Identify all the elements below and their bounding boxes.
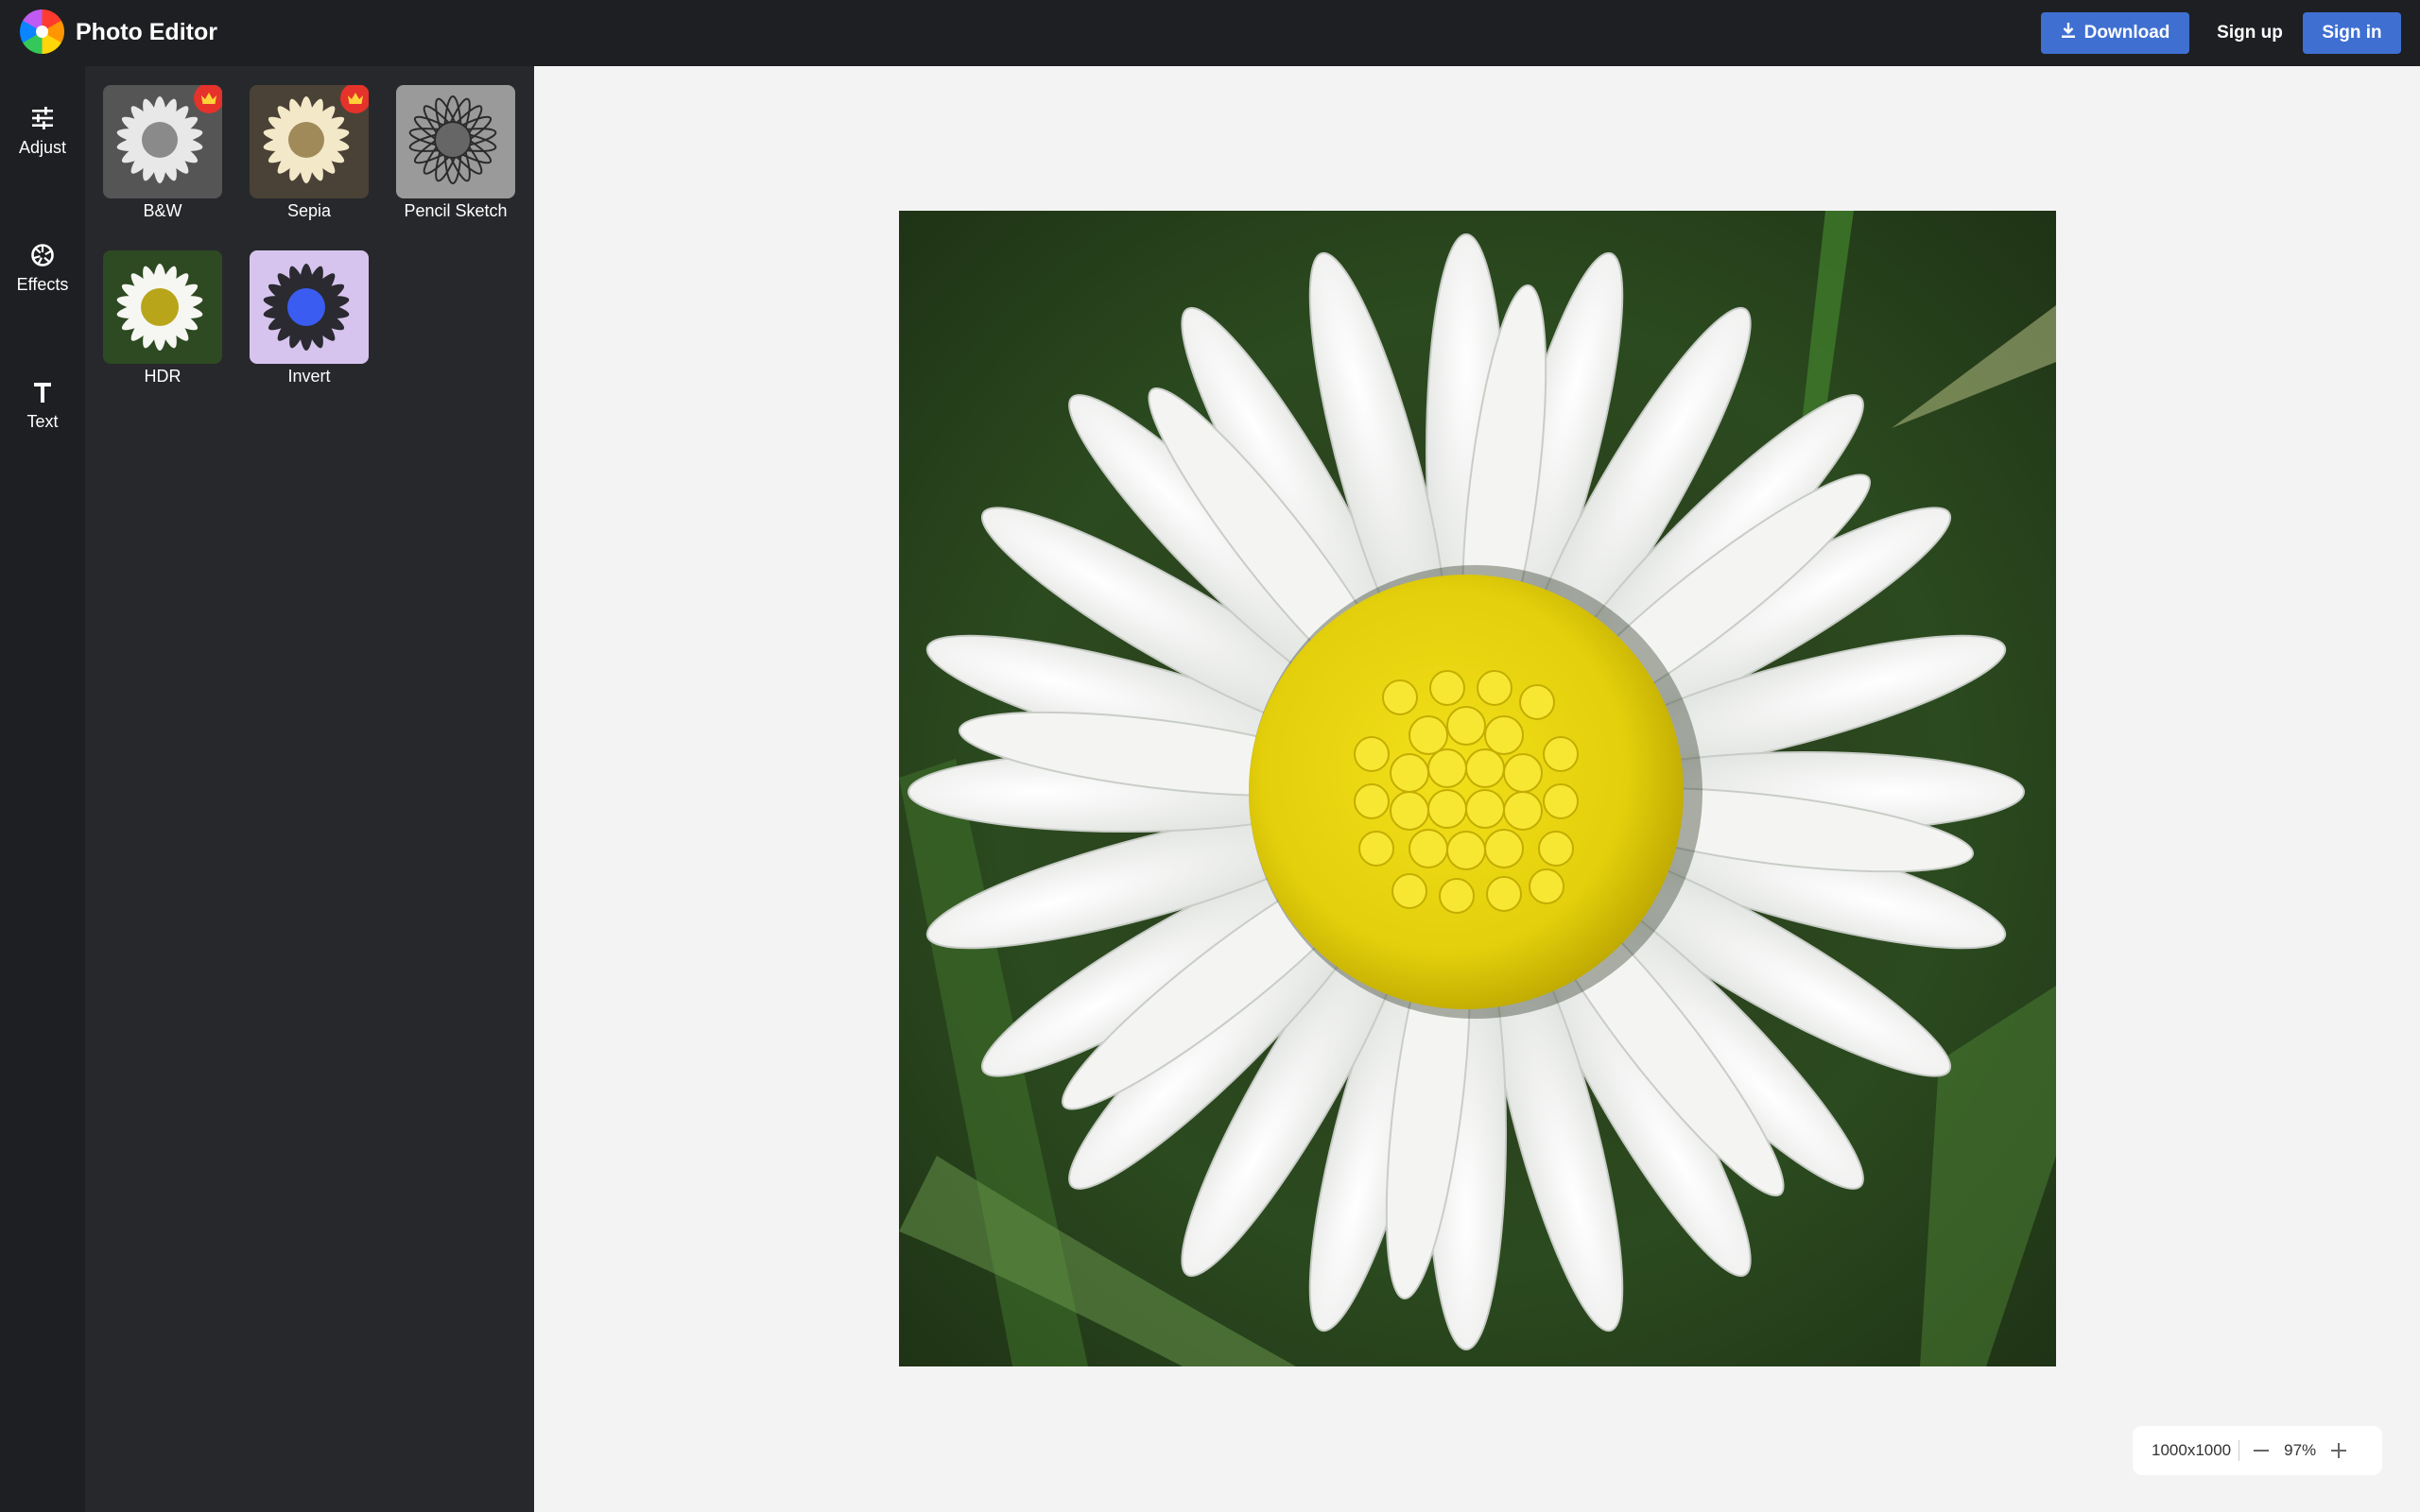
- zoom-in-button[interactable]: [2325, 1436, 2353, 1465]
- effect-sepia-thumbnail: [250, 85, 369, 198]
- color-wheel-logo[interactable]: [20, 9, 64, 54]
- image-size-text: 1000x1000: [2152, 1441, 2232, 1459]
- effect-label: Sepia: [286, 201, 332, 220]
- zoom-level-text: 97%: [2284, 1441, 2317, 1459]
- plus-icon: [2331, 1443, 2347, 1458]
- effect-pencil-sketch[interactable]: Pencil Sketch: [396, 85, 515, 221]
- download-button[interactable]: Download: [2041, 12, 2189, 54]
- effect-label: Pencil Sketch: [404, 201, 508, 220]
- rail-item-text[interactable]: Text: [0, 380, 85, 484]
- app-title: Photo Editor: [76, 19, 217, 45]
- sliders-icon: [30, 106, 55, 130]
- download-label: Download: [2083, 23, 2170, 43]
- effect-bw[interactable]: B&W: [103, 85, 222, 221]
- top-bar: Photo Editor Download Sign up Sign in: [0, 0, 2420, 66]
- zoom-bar: 1000x1000 97%: [2133, 1426, 2382, 1475]
- sign-up-button[interactable]: Sign up: [2203, 12, 2297, 54]
- effect-invert-thumbnail: [250, 250, 369, 364]
- canvas-image[interactable]: [899, 211, 2056, 1366]
- effect-hdr-thumbnail: [103, 250, 222, 364]
- rail-item-adjust[interactable]: Adjust: [0, 106, 85, 210]
- premium-crown-icon: [194, 85, 222, 113]
- aperture-icon: [30, 243, 55, 267]
- rail-label-text: Text: [26, 412, 59, 431]
- rail-item-effects[interactable]: Effects: [0, 243, 85, 347]
- zoom-divider: [2238, 1440, 2240, 1461]
- effect-label: B&W: [143, 201, 182, 220]
- effect-bw-thumbnail: [103, 85, 222, 198]
- effect-label: Invert: [287, 367, 331, 386]
- effect-invert[interactable]: Invert: [250, 250, 369, 387]
- rail-label-effects: Effects: [16, 275, 69, 294]
- effect-sepia[interactable]: Sepia: [250, 85, 369, 221]
- effect-hdr[interactable]: HDR: [103, 250, 222, 387]
- minus-icon: [2254, 1450, 2270, 1452]
- premium-crown-icon: [340, 85, 369, 113]
- tool-rail: Adjust Effects Text: [0, 66, 85, 1512]
- zoom-out-button[interactable]: [2247, 1436, 2275, 1465]
- effects-panel: B&W Sepia Pencil Sketch HDR Invert: [85, 66, 534, 1512]
- sign-in-button[interactable]: Sign in: [2303, 12, 2401, 54]
- rail-label-adjust: Adjust: [18, 138, 67, 157]
- effect-pencil-sketch-thumbnail: [396, 85, 515, 198]
- text-icon: [30, 380, 55, 404]
- effect-label: HDR: [144, 367, 182, 386]
- download-icon: [2061, 22, 2076, 44]
